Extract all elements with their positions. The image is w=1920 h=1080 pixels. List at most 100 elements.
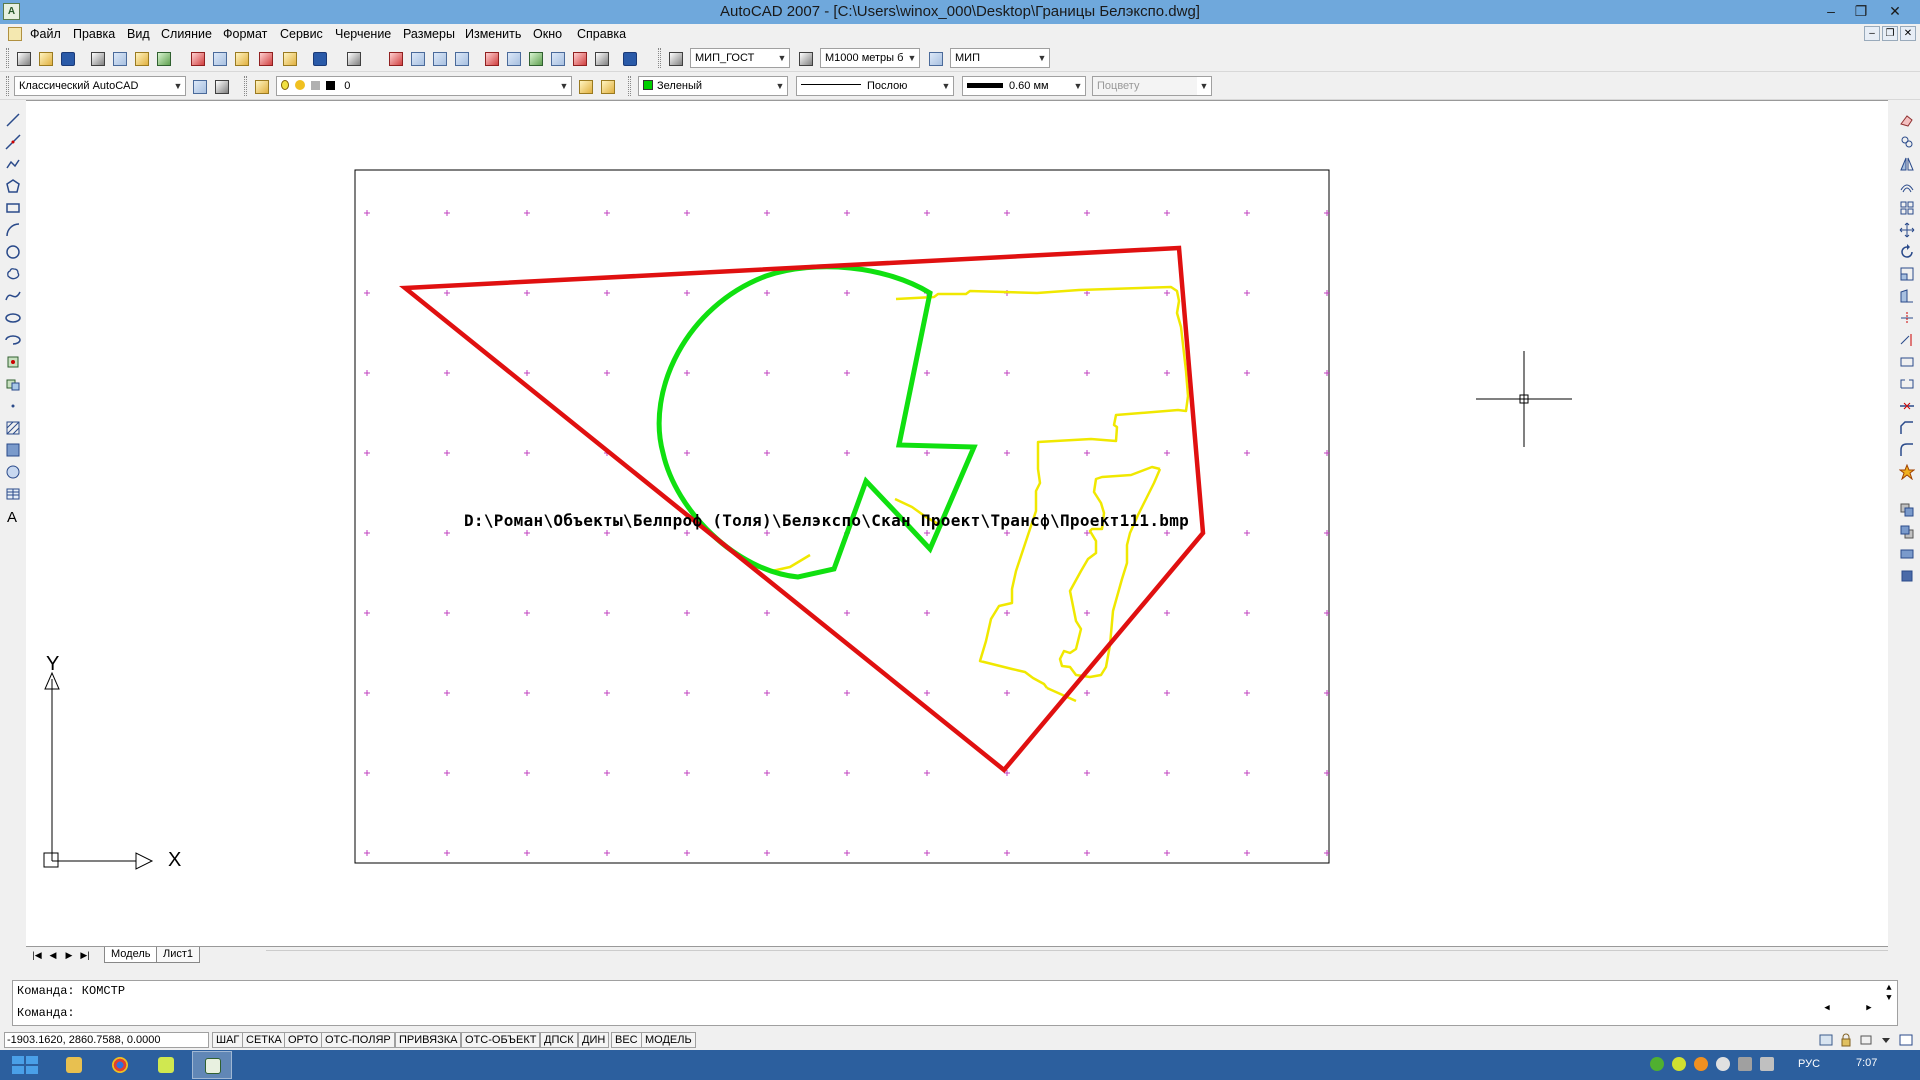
break-icon[interactable] xyxy=(1899,376,1915,392)
erase-icon[interactable] xyxy=(1899,112,1915,128)
document-icon[interactable] xyxy=(8,27,22,41)
publish-icon[interactable] xyxy=(132,49,150,67)
move-icon[interactable] xyxy=(1899,222,1915,238)
tab-nav-first[interactable]: |◀ xyxy=(30,949,44,962)
open-file-icon[interactable] xyxy=(36,49,54,67)
stretch-icon[interactable] xyxy=(1899,288,1915,304)
cut-icon[interactable] xyxy=(188,49,206,67)
plot-preview-icon[interactable] xyxy=(110,49,128,67)
markup-icon[interactable] xyxy=(570,49,588,67)
tab-nav-next[interactable]: ▶ xyxy=(62,949,76,962)
block-editor-icon[interactable] xyxy=(280,49,298,67)
make-object-layer-current-icon[interactable] xyxy=(576,77,594,95)
layer-manager-icon[interactable] xyxy=(252,77,270,95)
menu-window[interactable]: Окно xyxy=(533,27,562,41)
tab-nav-last[interactable]: ▶| xyxy=(78,949,92,962)
copy-icon[interactable] xyxy=(210,49,228,67)
help-icon[interactable] xyxy=(620,49,638,67)
table-style-select[interactable]: МИП ▼ xyxy=(950,48,1050,68)
break-at-point-icon[interactable] xyxy=(1899,354,1915,370)
menu-help[interactable]: Справка xyxy=(577,27,626,41)
lineweight-select[interactable]: 0.60 мм ▼ xyxy=(962,76,1086,96)
sheet-set-icon[interactable] xyxy=(548,49,566,67)
communication-center-icon[interactable] xyxy=(1818,1032,1834,1048)
taskbar-autocad[interactable] xyxy=(192,1051,232,1079)
taskbar-explorer[interactable] xyxy=(54,1051,94,1079)
polygon-icon[interactable] xyxy=(5,178,21,194)
status-menu-icon[interactable] xyxy=(1858,1032,1874,1048)
plot-icon[interactable] xyxy=(88,49,106,67)
menu-file[interactable]: Файл xyxy=(30,27,61,41)
match-properties-icon[interactable] xyxy=(256,49,274,67)
construction-line-icon[interactable] xyxy=(5,134,21,150)
cmd-scroll-right-icon[interactable]: ▶ xyxy=(1863,1003,1875,1013)
region-icon[interactable] xyxy=(5,464,21,480)
tab-model[interactable]: Модель xyxy=(104,947,158,963)
cmd-scroll-up-icon[interactable]: ▲ xyxy=(1883,983,1895,993)
taskbar-chrome[interactable] xyxy=(100,1051,140,1079)
close-button[interactable]: ✕ xyxy=(1880,1,1910,21)
zoom-window-icon[interactable] xyxy=(430,49,448,67)
document-restore-button[interactable]: ❐ xyxy=(1882,26,1898,41)
chamfer-icon[interactable] xyxy=(1899,420,1915,436)
offset-icon[interactable] xyxy=(1899,178,1915,194)
paste-icon[interactable] xyxy=(232,49,250,67)
table-style-icon[interactable] xyxy=(926,49,944,67)
command-line[interactable]: Команда: КОМСТР Команда: ▲ ▼ ◀ ▶ xyxy=(12,980,1898,1026)
tab-sheet1[interactable]: Лист1 xyxy=(156,947,201,963)
minimize-button[interactable]: – xyxy=(1816,1,1846,21)
pan-icon[interactable] xyxy=(386,49,404,67)
rotate-icon[interactable] xyxy=(1899,244,1915,260)
draw-order-front-icon[interactable] xyxy=(1899,502,1915,518)
rectangle-icon[interactable] xyxy=(5,200,21,216)
save-icon[interactable] xyxy=(58,49,76,67)
osnap-toggle[interactable]: ПРИВЯЗКА xyxy=(395,1032,462,1048)
tray-warning-icon[interactable] xyxy=(1694,1057,1708,1071)
scale-icon[interactable] xyxy=(1899,266,1915,282)
zoom-previous-icon[interactable] xyxy=(452,49,470,67)
cmd-scroll-left-icon[interactable]: ◀ xyxy=(1821,1003,1833,1013)
trim-icon[interactable] xyxy=(1899,310,1915,326)
drawing-canvas[interactable]: D:\Роман\Объекты\Белпроф (Толя)\Белэкспо… xyxy=(26,100,1888,946)
make-block-icon[interactable] xyxy=(5,376,21,392)
layer-select[interactable]: 0 ▼ xyxy=(276,76,572,96)
lock-toolbars-icon[interactable] xyxy=(1838,1032,1854,1048)
coordinates-display[interactable]: -1903.1620, 2860.7588, 0.0000 xyxy=(4,1032,209,1048)
properties-icon[interactable] xyxy=(482,49,500,67)
mirror-icon[interactable] xyxy=(1899,156,1915,172)
multiline-text-icon[interactable]: A xyxy=(5,508,21,526)
toolbar-grip[interactable] xyxy=(658,48,661,68)
cmd-scroll-down-icon[interactable]: ▼ xyxy=(1883,993,1895,1003)
toolbar-grip[interactable] xyxy=(244,76,247,96)
gradient-icon[interactable] xyxy=(5,442,21,458)
color-select[interactable]: Зеленый ▼ xyxy=(638,76,788,96)
ducs-toggle[interactable]: ДПСК xyxy=(540,1032,578,1048)
system-clock[interactable]: 7:07 xyxy=(1856,1057,1877,1069)
bring-above-icon[interactable] xyxy=(1899,546,1915,562)
clean-screen-icon[interactable] xyxy=(1898,1032,1914,1048)
circle-icon[interactable] xyxy=(5,244,21,260)
tray-action-center-icon[interactable] xyxy=(1716,1057,1730,1071)
menu-view[interactable]: Вид xyxy=(127,27,150,41)
model-toggle[interactable]: МОДЕЛЬ xyxy=(641,1032,696,1048)
menu-format[interactable]: Формат xyxy=(223,27,267,41)
3d-dwf-icon[interactable] xyxy=(154,49,172,67)
restore-button[interactable]: ❐ xyxy=(1846,1,1876,21)
copy-object-icon[interactable] xyxy=(1899,134,1915,150)
dim-style-select[interactable]: М1000 метры б ▼ xyxy=(820,48,920,68)
text-style-icon[interactable] xyxy=(666,49,684,67)
send-under-icon[interactable] xyxy=(1899,568,1915,584)
design-center-icon[interactable] xyxy=(504,49,522,67)
dim-style-icon[interactable] xyxy=(796,49,814,67)
command-prompt[interactable]: Команда: xyxy=(17,1006,75,1020)
workspace-settings-icon[interactable] xyxy=(190,77,208,95)
workspace-select[interactable]: Классический AutoCAD ▼ xyxy=(14,76,186,96)
status-dropdown-icon[interactable] xyxy=(1878,1032,1894,1048)
ellipse-icon[interactable] xyxy=(5,310,21,326)
tray-volume-icon[interactable] xyxy=(1760,1057,1774,1071)
tray-network-icon[interactable] xyxy=(1738,1057,1752,1071)
extend-icon[interactable] xyxy=(1899,332,1915,348)
hatch-icon[interactable] xyxy=(5,420,21,436)
table-icon[interactable] xyxy=(5,486,21,502)
snap-toggle[interactable]: ШАГ xyxy=(212,1032,244,1048)
